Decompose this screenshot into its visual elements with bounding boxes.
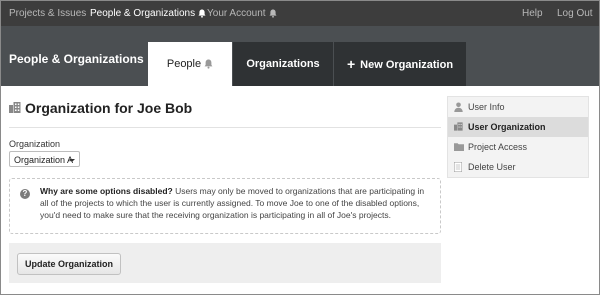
bell-icon <box>269 9 277 18</box>
organization-label: Organization <box>9 139 61 149</box>
app-window: Projects & Issues People & Organizations… <box>0 0 600 295</box>
section-title: People & Organizations <box>9 52 144 66</box>
document-icon <box>454 162 462 172</box>
tab-label: Organizations <box>246 58 320 70</box>
section-header: People & Organizations People Organizati… <box>1 26 599 86</box>
sidebar-item-user-organization[interactable]: User Organization <box>448 117 588 137</box>
tab-label: New Organization <box>360 59 454 71</box>
notice-question: Why are some options disabled? <box>40 186 173 196</box>
question-icon: ? <box>20 189 30 199</box>
tab-people[interactable]: People <box>148 42 232 86</box>
nav-label: Your Account <box>207 8 266 19</box>
user-sidebar: User Info User Organization Project Acce… <box>447 96 589 178</box>
sidebar-item-label: User Info <box>468 102 505 112</box>
nav-your-account[interactable]: Your Account <box>207 1 277 26</box>
caret-down-icon <box>69 159 75 162</box>
top-navigation: Projects & Issues People & Organizations… <box>1 1 599 26</box>
tab-label: People <box>166 58 202 70</box>
page-title: Organization for Joe Bob <box>25 100 193 116</box>
sidebar-item-label: Project Access <box>468 142 528 152</box>
nav-label: Projects & Issues <box>9 8 87 19</box>
folder-icon <box>454 143 464 151</box>
nav-people-organizations[interactable]: People & Organizations <box>90 1 206 26</box>
nav-label: People & Organizations <box>90 8 196 19</box>
update-organization-button[interactable]: Update Organization <box>17 253 121 275</box>
tab-new-organization[interactable]: + New Organization <box>334 42 466 86</box>
form-actions: Update Organization <box>9 243 441 283</box>
selected-option: Organization A <box>14 155 74 165</box>
bell-icon <box>204 59 213 69</box>
divider <box>9 127 441 128</box>
nav-log-out[interactable]: Log Out <box>557 1 593 26</box>
plus-icon: + <box>346 56 356 72</box>
sidebar-item-label: Delete User <box>468 162 516 172</box>
sidebar-item-delete-user[interactable]: Delete User <box>448 157 588 177</box>
tab-organizations[interactable]: Organizations <box>233 42 333 86</box>
sidebar-item-user-info[interactable]: User Info <box>448 97 588 117</box>
user-icon <box>454 102 463 112</box>
organization-select[interactable]: Organization A <box>9 151 80 167</box>
notice-text: Why are some options disabled? Users may… <box>40 185 434 221</box>
sidebar-item-label: User Organization <box>468 122 546 132</box>
nav-help[interactable]: Help <box>522 1 543 26</box>
nav-projects-issues[interactable]: Projects & Issues <box>9 1 86 26</box>
bell-icon <box>198 9 206 18</box>
building-icon <box>9 102 21 113</box>
sidebar-item-project-access[interactable]: Project Access <box>448 137 588 157</box>
building-icon <box>454 122 463 131</box>
info-notice: ? Why are some options disabled? Users m… <box>9 178 441 234</box>
